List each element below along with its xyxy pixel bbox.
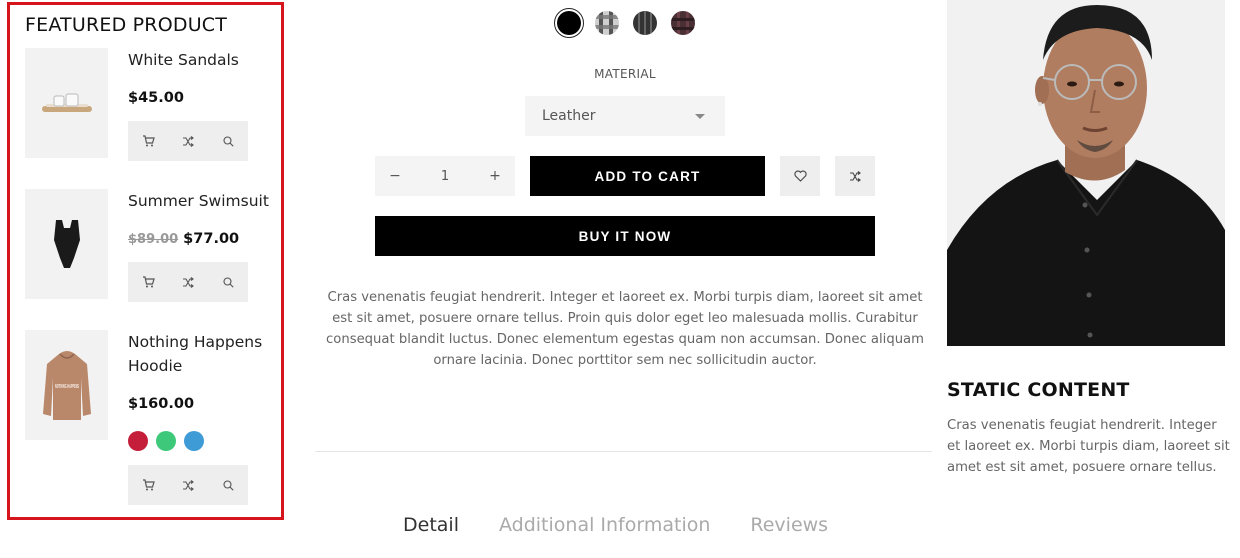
material-label: MATERIAL (594, 67, 656, 81)
compare-button[interactable] (835, 156, 875, 196)
cart-icon[interactable] (128, 262, 168, 302)
portrait-illustration (947, 0, 1225, 346)
product-name[interactable]: Nothing Happens Hoodie (128, 330, 278, 378)
cart-icon[interactable] (128, 121, 168, 161)
product-item-white-sandals: White Sandals $45.00 (25, 48, 278, 161)
featured-product-title: FEATURED PRODUCT (25, 14, 228, 36)
quantity-stepper: − 1 + (375, 156, 515, 196)
product-actions (128, 121, 248, 161)
add-to-cart-button[interactable]: ADD TO CART (530, 156, 765, 196)
product-description: Cras venenatis feugiat hendrerit. Intege… (326, 290, 924, 368)
swimsuit-image (53, 220, 80, 268)
decrease-quantity-button[interactable]: − (375, 168, 415, 184)
product-name[interactable]: Summer Swimsuit (128, 189, 278, 213)
stripe-pattern-icon (633, 11, 657, 35)
tab-detail[interactable]: Detail (403, 514, 459, 536)
burgundy-plaid-pattern-icon (671, 11, 695, 35)
quantity-input[interactable]: 1 (415, 169, 475, 184)
product-old-price: $89.00 (128, 232, 179, 247)
quick-view-search-icon[interactable] (208, 262, 248, 302)
color-fill (557, 11, 581, 35)
material-select[interactable]: Leather (525, 96, 725, 136)
swatch-red[interactable] (128, 431, 148, 451)
tab-additional-information[interactable]: Additional Information (499, 514, 710, 536)
product-thumbnail[interactable] (25, 48, 108, 158)
buy-it-now-button[interactable]: BUY IT NOW (375, 216, 875, 256)
static-content-title: STATIC CONTENT (947, 379, 1130, 401)
product-name[interactable]: White Sandals (128, 48, 278, 72)
model-portrait-image (947, 0, 1225, 346)
material-selected-value: Leather (542, 108, 596, 124)
color-options (554, 8, 698, 38)
compare-shuffle-icon (850, 170, 861, 182)
product-thumbnail[interactable] (25, 189, 108, 299)
swatch-blue[interactable] (184, 431, 204, 451)
heart-icon (793, 170, 807, 182)
product-price: $89.00 $77.00 (128, 231, 239, 247)
hoodie-print-text: NOTHING HAPPENS (55, 384, 79, 390)
product-actions (128, 465, 248, 505)
sandal-image (41, 93, 92, 112)
color-swatches (128, 431, 218, 453)
color-option-burgundy-plaid[interactable] (668, 8, 698, 38)
product-item-nothing-happens-hoodie: NOTHING HAPPENS Nothing Happens Hoodie $… (25, 330, 275, 510)
compare-shuffle-icon[interactable] (168, 121, 208, 161)
product-sale-price: $77.00 (183, 231, 240, 247)
wishlist-button[interactable] (780, 156, 820, 196)
compare-shuffle-icon[interactable] (168, 262, 208, 302)
swatch-green[interactable] (156, 431, 176, 451)
color-option-black[interactable] (554, 8, 584, 38)
product-tabs: Detail Additional Information Reviews (403, 514, 828, 536)
divider (315, 451, 932, 452)
quick-view-search-icon[interactable] (208, 465, 248, 505)
product-price: $160.00 (128, 396, 195, 412)
quick-view-search-icon[interactable] (208, 121, 248, 161)
product-actions (128, 262, 248, 302)
product-price: $45.00 (128, 90, 184, 106)
color-option-dark-stripe[interactable] (630, 8, 660, 38)
product-thumbnail[interactable]: NOTHING HAPPENS (25, 330, 108, 440)
chevron-down-icon (695, 114, 705, 119)
static-content-text: Cras venenatis feugiat hendrerit. Intege… (947, 418, 1230, 475)
color-option-plaid-grey[interactable] (592, 8, 622, 38)
tab-reviews[interactable]: Reviews (750, 514, 828, 536)
increase-quantity-button[interactable]: + (475, 168, 515, 184)
plaid-pattern-icon (595, 11, 619, 35)
cart-icon[interactable] (128, 465, 168, 505)
product-item-summer-swimsuit: Summer Swimsuit $89.00 $77.00 (25, 189, 278, 302)
compare-shuffle-icon[interactable] (168, 465, 208, 505)
featured-product-panel: FEATURED PRODUCT White Sandals $45.00 Su… (7, 2, 284, 520)
hoodie-image: NOTHING HAPPENS (42, 351, 91, 420)
